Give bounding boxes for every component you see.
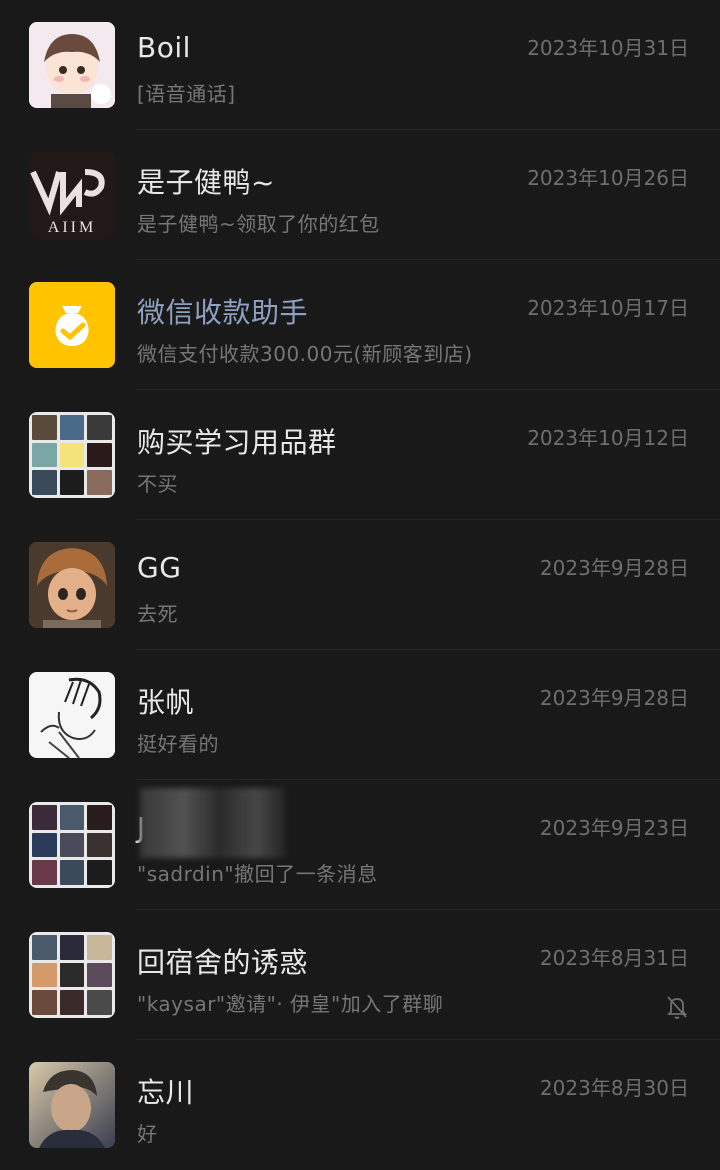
chat-preview: 去死 bbox=[137, 602, 178, 626]
svg-text:AIIM: AIIM bbox=[48, 219, 96, 236]
chat-time: 2023年10月31日 bbox=[527, 36, 689, 60]
group-grid-avatar-icon bbox=[29, 932, 115, 1018]
chat-preview: 微信支付收款300.00元(新顾客到店) bbox=[137, 342, 473, 366]
chat-name: 张帆 bbox=[137, 686, 195, 719]
chat-time: 2023年8月31日 bbox=[539, 946, 689, 970]
chat-list: Boil [语音通话] 2023年10月31日 AIIM 是子健鸭~ 是子健鸭~… bbox=[0, 0, 720, 1164]
chat-preview: "kaysar"邀请"· 伊皇"加入了群聊 bbox=[137, 992, 444, 1016]
money-bag-icon bbox=[29, 282, 115, 368]
anime-girl-avatar-icon bbox=[29, 22, 115, 108]
chat-name: GG bbox=[137, 551, 182, 584]
chat-row-zhangfan[interactable]: 张帆 挺好看的 2023年9月28日 bbox=[0, 650, 720, 780]
chat-preview: 好 bbox=[137, 1122, 158, 1146]
chat-time: 2023年10月12日 bbox=[527, 426, 689, 450]
chat-row-shizijianya[interactable]: AIIM 是子健鸭~ 是子健鸭~领取了你的红包 2023年10月26日 bbox=[0, 130, 720, 260]
chat-row-study-supplies-group[interactable]: 购买学习用品群 不买 2023年10月12日 bbox=[0, 390, 720, 520]
chat-name: 是子健鸭~ bbox=[137, 166, 275, 199]
chat-time: 2023年10月17日 bbox=[527, 296, 689, 320]
manga-sketch-avatar-icon bbox=[29, 672, 115, 758]
aiim-logo-avatar-icon: AIIM bbox=[29, 152, 115, 238]
photo-avatar-icon bbox=[29, 1062, 115, 1148]
chat-time: 2023年9月23日 bbox=[539, 816, 689, 840]
chat-preview: 是子健鸭~领取了你的红包 bbox=[137, 212, 380, 236]
chat-preview: "sadrdin"撤回了一条消息 bbox=[137, 862, 378, 886]
chat-name: 购买学习用品群 bbox=[137, 426, 337, 459]
chat-preview: 挺好看的 bbox=[137, 732, 219, 756]
chat-preview: [语音通话] bbox=[137, 82, 236, 106]
chat-time: 2023年9月28日 bbox=[539, 686, 689, 710]
chat-time: 2023年10月26日 bbox=[527, 166, 689, 190]
chat-time: 2023年8月30日 bbox=[539, 1076, 689, 1100]
chat-name: 回宿舍的诱惑 bbox=[137, 946, 309, 979]
chat-name: 微信收款助手 bbox=[137, 296, 309, 329]
bell-muted-icon bbox=[665, 994, 689, 1020]
chat-row-wangchuan[interactable]: 忘川 好 2023年8月30日 bbox=[0, 1040, 720, 1170]
chat-row-wechat-pay-assistant[interactable]: 微信收款助手 微信支付收款300.00元(新顾客到店) 2023年10月17日 bbox=[0, 260, 720, 390]
chat-name: Boil bbox=[137, 31, 191, 64]
anime-boy-avatar-icon bbox=[29, 542, 115, 628]
chat-row-redacted-group[interactable]: J "sadrdin"撤回了一条消息 2023年9月23日 bbox=[0, 780, 720, 910]
chat-row-dorm-temptation[interactable]: 回宿舍的诱惑 "kaysar"邀请"· 伊皇"加入了群聊 2023年8月31日 bbox=[0, 910, 720, 1040]
chat-name: 忘川 bbox=[137, 1076, 195, 1109]
chat-row-gg[interactable]: GG 去死 2023年9月28日 bbox=[0, 520, 720, 650]
redaction-blur bbox=[140, 788, 285, 858]
chat-preview: 不买 bbox=[137, 472, 178, 496]
chat-time: 2023年9月28日 bbox=[539, 556, 689, 580]
group-grid-avatar-icon bbox=[29, 802, 115, 888]
chat-row-boil[interactable]: Boil [语音通话] 2023年10月31日 bbox=[0, 0, 720, 130]
group-grid-avatar-icon bbox=[29, 412, 115, 498]
